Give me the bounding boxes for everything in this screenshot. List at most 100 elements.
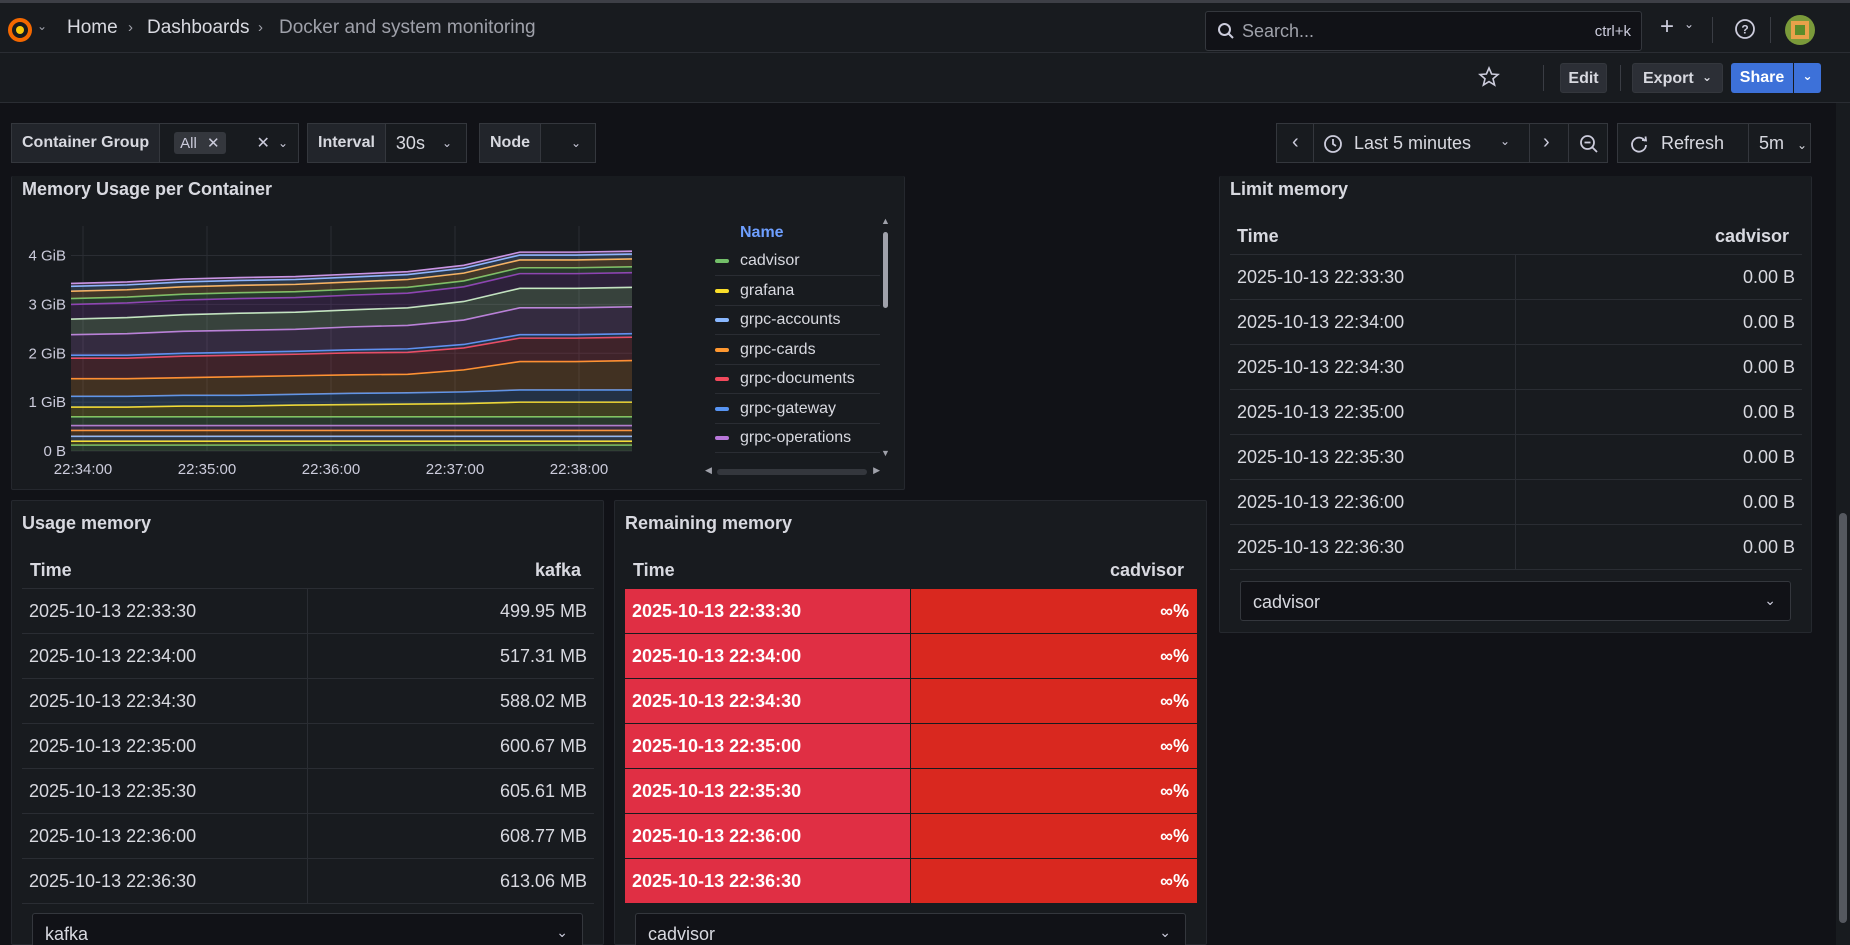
time-cell: 2025-10-13 22:34:30 bbox=[632, 691, 802, 711]
chevron-down-icon: ⌄ bbox=[570, 136, 581, 150]
legend-item[interactable]: grpc-documents bbox=[715, 365, 880, 394]
chevron-down-icon[interactable]: ⌄ bbox=[1684, 17, 1694, 31]
table-row: 2025-10-13 22:35:00 ∞% bbox=[625, 724, 1197, 769]
search-input[interactable]: Search... ctrl+k bbox=[1205, 11, 1642, 51]
table-row: 2025-10-13 22:35:00 0.00 B bbox=[1230, 390, 1802, 435]
zoom-out-icon[interactable] bbox=[1579, 134, 1599, 154]
legend-item[interactable]: grpc-operations bbox=[715, 424, 880, 453]
legend-header[interactable]: Name bbox=[740, 224, 784, 242]
time-cell: 2025-10-13 22:36:30 bbox=[632, 871, 802, 891]
legend-swatch bbox=[715, 288, 729, 293]
legend-item[interactable]: grpc-accounts bbox=[715, 306, 880, 335]
legend-label: grpc-cards bbox=[740, 340, 816, 358]
time-cell: 2025-10-13 22:36:00 bbox=[29, 826, 197, 846]
table-row: 2025-10-13 22:35:30 0.00 B bbox=[1230, 435, 1802, 480]
value-cell: ∞% bbox=[1160, 871, 1189, 891]
legend-label: cadvisor bbox=[740, 252, 800, 269]
time-cell: 2025-10-13 22:36:30 bbox=[29, 871, 197, 891]
chevron-right-icon[interactable]: › bbox=[1543, 131, 1550, 154]
select-value: cadvisor bbox=[648, 924, 716, 944]
legend-scrollbar[interactable]: ▲ ▼ bbox=[881, 216, 890, 462]
remaining-memory-panel: Remaining memory Time cadvisor 2025-10-1… bbox=[614, 500, 1207, 945]
legend-swatch bbox=[715, 406, 729, 411]
table-row: 2025-10-13 22:34:30 ∞% bbox=[625, 679, 1197, 724]
variable-interval[interactable]: Interval 30s ⌄ bbox=[307, 123, 467, 163]
share-dropdown-chevron-icon[interactable]: ⌄ bbox=[1794, 63, 1821, 93]
time-cell: 2025-10-13 22:35:00 bbox=[29, 736, 197, 756]
column-header-time[interactable]: Time bbox=[30, 560, 72, 581]
refresh-icon[interactable] bbox=[1629, 134, 1649, 154]
chevron-down-icon[interactable]: ⌄ bbox=[1500, 134, 1510, 148]
divider bbox=[1770, 17, 1771, 43]
column-header-value[interactable]: kafka bbox=[535, 560, 581, 581]
table-row: 2025-10-13 22:36:30 613.06 MB bbox=[22, 859, 594, 904]
breadcrumb-dashboards[interactable]: Dashboards bbox=[147, 17, 249, 39]
chevron-left-icon[interactable]: ‹ bbox=[1292, 131, 1299, 154]
grafana-logo-icon[interactable] bbox=[6, 16, 34, 49]
variable-node[interactable]: Node ⌄ bbox=[479, 123, 596, 163]
plus-icon[interactable]: + bbox=[1660, 13, 1674, 41]
column-header-value[interactable]: cadvisor bbox=[1110, 560, 1184, 581]
breadcrumb-home[interactable]: Home bbox=[67, 17, 118, 39]
memory-chart[interactable]: 0 B 1 GiB 2 GiB 3 GiB 4 GiB 22:34:00 22:35:00 2… bbox=[11, 176, 691, 490]
time-cell: 2025-10-13 22:35:00 bbox=[632, 736, 802, 756]
series-select[interactable]: kafka ⌄ bbox=[32, 913, 583, 945]
edit-button[interactable]: Edit bbox=[1560, 63, 1607, 93]
legend-swatch bbox=[715, 318, 729, 322]
x-tick-label: 22:36:00 bbox=[302, 461, 360, 478]
y-tick-label: 1 GiB bbox=[28, 394, 66, 411]
refresh-interval-select[interactable]: 5m ⌄ bbox=[1749, 133, 1811, 154]
series-area bbox=[71, 430, 632, 437]
clear-icon[interactable]: ✕ bbox=[257, 133, 270, 153]
remove-icon[interactable]: ✕ bbox=[207, 135, 220, 152]
series-select[interactable]: cadvisor ⌄ bbox=[635, 913, 1186, 945]
table-row: 2025-10-13 22:35:30 605.61 MB bbox=[22, 769, 594, 814]
x-tick-label: 22:38:00 bbox=[550, 461, 608, 478]
value-cell: 0.00 B bbox=[1742, 447, 1795, 467]
column-header-time[interactable]: Time bbox=[633, 560, 675, 581]
avatar[interactable] bbox=[1785, 15, 1815, 45]
chevron-down-icon[interactable]: ⌄ bbox=[278, 136, 288, 150]
star-icon[interactable] bbox=[1478, 66, 1500, 88]
legend-label: grpc-accounts bbox=[740, 311, 841, 328]
share-button[interactable]: Share bbox=[1731, 63, 1793, 93]
series-area bbox=[71, 416, 632, 426]
chevron-down-icon: ⌄ bbox=[1701, 70, 1712, 84]
refresh-picker: Refresh 5m ⌄ bbox=[1617, 123, 1811, 163]
table-row: 2025-10-13 22:33:30 499.95 MB bbox=[22, 589, 594, 634]
refresh-button[interactable]: Refresh bbox=[1661, 133, 1724, 154]
legend-horizontal-scrollbar[interactable]: ◀ ▶ bbox=[705, 465, 880, 478]
chevron-down-icon[interactable]: ⌄ bbox=[37, 19, 47, 33]
time-range-label[interactable]: Last 5 minutes bbox=[1354, 133, 1471, 154]
legend-label: grpc-documents bbox=[740, 370, 855, 387]
legend-item[interactable]: grpc-cards bbox=[715, 336, 880, 365]
table-row: 2025-10-13 22:36:30 0.00 B bbox=[1230, 525, 1802, 570]
time-cell: 2025-10-13 22:34:30 bbox=[1237, 357, 1405, 377]
export-button[interactable]: Export ⌄ bbox=[1632, 63, 1723, 93]
legend-label: grpc-gateway bbox=[740, 399, 837, 417]
help-icon[interactable]: ? bbox=[1734, 18, 1756, 40]
dashboard-toolbar: Edit Export ⌄ Share ⌄ bbox=[0, 53, 1850, 103]
value-cell: 0.00 B bbox=[1742, 312, 1795, 332]
page-scrollbar[interactable] bbox=[1836, 103, 1850, 945]
series-select[interactable]: cadvisor ⌄ bbox=[1240, 581, 1791, 621]
value-cell: ∞% bbox=[1160, 601, 1189, 621]
select-value: kafka bbox=[45, 924, 89, 944]
chevron-down-icon: ⌄ bbox=[441, 136, 452, 150]
column-header-value[interactable]: cadvisor bbox=[1715, 226, 1789, 247]
legend-item[interactable]: cadvisor bbox=[715, 247, 880, 276]
column-header-time[interactable]: Time bbox=[1237, 226, 1279, 247]
table-row: 2025-10-13 22:35:30 ∞% bbox=[625, 769, 1197, 814]
top-nav-bar: ⌄ Home › Dashboards › Docker and system … bbox=[0, 0, 1850, 53]
table-row: 2025-10-13 22:33:30 ∞% bbox=[625, 589, 1197, 634]
table-row: 2025-10-13 22:34:30 588.02 MB bbox=[22, 679, 594, 724]
legend-item[interactable]: grpc-gateway bbox=[715, 395, 880, 424]
divider bbox=[1712, 17, 1713, 43]
value-cell: 0.00 B bbox=[1742, 492, 1795, 512]
time-cell: 2025-10-13 22:35:30 bbox=[29, 781, 197, 801]
legend-item[interactable]: grafana bbox=[715, 277, 880, 306]
value-cell: 0.00 B bbox=[1742, 357, 1795, 377]
panel-title: Usage memory bbox=[22, 513, 152, 533]
value-cell: 499.95 MB bbox=[499, 601, 587, 621]
variable-chip[interactable]: All ✕ bbox=[174, 132, 226, 154]
